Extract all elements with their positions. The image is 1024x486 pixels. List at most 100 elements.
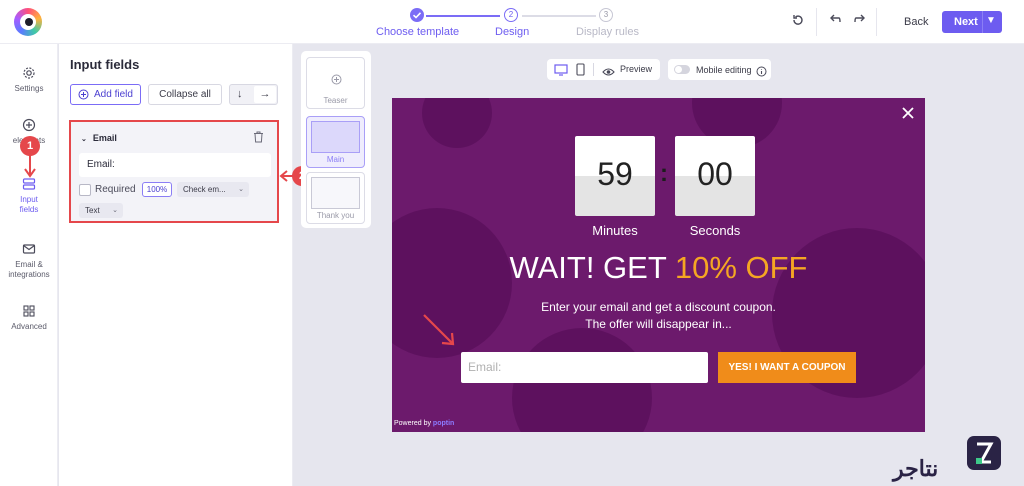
info-icon[interactable] xyxy=(756,64,767,82)
input-fields-panel: Input fields Add field Collapse all ↓ → … xyxy=(59,44,293,486)
popup-subtext-line-1: Enter your email and get a discount coup… xyxy=(541,300,776,314)
popup-headline: WAIT! GET 10% OFF xyxy=(392,250,925,286)
validation-select[interactable]: Check em... ⌄ xyxy=(177,182,249,197)
step-2-number[interactable]: 2 xyxy=(504,8,518,22)
sidebar-item-label: Email & integrations xyxy=(8,260,50,279)
required-checkbox[interactable] xyxy=(79,184,91,196)
watermark-text: نتاجر xyxy=(893,456,939,481)
field-placeholder-input[interactable]: Email: xyxy=(79,153,271,177)
trash-icon[interactable] xyxy=(253,131,265,143)
powered-by[interactable]: Powered by poptin xyxy=(394,420,454,427)
required-label: Required xyxy=(95,184,136,195)
minutes-label: Minutes xyxy=(592,223,638,238)
step-2-label[interactable]: Design xyxy=(495,26,529,38)
device-view-bar: Preview xyxy=(547,59,660,80)
watermark-logo: نتاجر xyxy=(893,436,1020,486)
seconds-tile: 00 xyxy=(675,136,755,216)
thumbnail-preview xyxy=(311,177,360,209)
next-button[interactable]: Next ▼ xyxy=(942,11,1002,33)
step-3-label[interactable]: Display rules xyxy=(576,26,639,38)
desktop-icon[interactable] xyxy=(554,63,568,81)
reset-icon[interactable] xyxy=(789,13,807,31)
powered-by-text: Powered by xyxy=(394,420,431,427)
sidebar-item-label: Advanced xyxy=(11,322,47,331)
type-value: Text xyxy=(85,206,100,215)
thumbnail-main[interactable]: Main xyxy=(306,116,365,168)
popup-preview[interactable]: 59 : 00 Minutes Seconds WAIT! GET 10% OF… xyxy=(392,98,925,432)
sidebar-item-email-integrations[interactable]: Email & integrations xyxy=(0,242,58,280)
headline-main: WAIT! GET xyxy=(509,250,675,285)
sidebar-item-settings[interactable]: Settings xyxy=(0,66,58,93)
timer-colon: : xyxy=(660,160,668,187)
validation-value: Check em... xyxy=(183,185,226,194)
headline-highlight: 10% OFF xyxy=(674,250,808,285)
width-input[interactable]: 100% xyxy=(142,182,172,197)
sidebar-item-advanced[interactable]: Advanced xyxy=(0,304,58,331)
thumbnail-label: Main xyxy=(326,155,345,164)
collapse-all-button[interactable]: Collapse all xyxy=(148,84,222,105)
arrow-down-icon[interactable]: ↓ xyxy=(237,85,243,104)
undo-icon[interactable] xyxy=(826,13,844,31)
preview-button[interactable]: Preview xyxy=(620,64,652,74)
divider xyxy=(982,11,983,33)
annotation-marker-1: 1 xyxy=(20,136,40,156)
mobile-editing-toggle[interactable] xyxy=(674,65,690,74)
step-1-label[interactable]: Choose template xyxy=(376,26,459,38)
popup-email-input[interactable]: Email: xyxy=(461,352,708,383)
thumbnail-label: Teaser xyxy=(323,96,348,105)
field-header[interactable]: ⌄ Email xyxy=(81,133,117,143)
plus-circle-icon xyxy=(78,89,89,100)
email-field-card: ⌄ Email Email: Required 100% Check em... … xyxy=(69,120,279,223)
top-bar: 2 3 Choose template Design Display rules… xyxy=(0,0,1024,44)
plus-circle-icon xyxy=(331,74,342,85)
mobile-editing-bar: Mobile editing xyxy=(668,59,771,80)
popup-subtext-line-2: The offer will disappear in... xyxy=(585,317,732,331)
mail-icon xyxy=(22,242,36,256)
step-connector xyxy=(522,15,596,17)
decor-circle xyxy=(422,98,492,148)
mobile-editing-label: Mobile editing xyxy=(696,65,752,75)
chevron-down-icon: ⌄ xyxy=(238,186,244,193)
divider xyxy=(816,8,817,36)
minutes-value: 59 xyxy=(597,156,633,192)
add-field-label: Add field xyxy=(94,89,133,100)
step-connector xyxy=(426,15,500,17)
panel-title: Input fields xyxy=(70,57,140,72)
sidebar-item-label: Input fields xyxy=(19,195,39,214)
sidebar-item-label: Settings xyxy=(14,84,44,93)
field-name: Email xyxy=(92,133,117,143)
step-3-number[interactable]: 3 xyxy=(599,8,613,22)
divider xyxy=(876,8,877,36)
minutes-tile: 59 xyxy=(575,136,655,216)
powered-by-brand: poptin xyxy=(432,420,455,427)
redo-icon[interactable] xyxy=(851,13,869,31)
app-logo[interactable] xyxy=(14,8,42,36)
thumbnail-teaser[interactable]: Teaser xyxy=(306,57,365,109)
thumbnail-thank-you[interactable]: Thank you xyxy=(306,172,365,224)
mobile-icon[interactable] xyxy=(576,63,585,81)
coupon-cta-button[interactable]: YES! I WANT A COUPON xyxy=(718,352,856,383)
next-button-label: Next xyxy=(954,16,978,28)
chevron-down-icon: ⌄ xyxy=(81,136,87,143)
annotation-arrow xyxy=(24,154,36,178)
step-1-check-icon[interactable] xyxy=(410,8,424,22)
gear-icon xyxy=(22,66,36,80)
chevron-down-icon: ⌄ xyxy=(112,207,118,214)
add-field-button[interactable]: Add field xyxy=(70,84,141,105)
sidebar-item-input-fields[interactable]: Input fields xyxy=(0,177,58,215)
grid-icon xyxy=(22,304,36,318)
chevron-down-icon[interactable]: ▼ xyxy=(986,15,996,26)
reorder-buttons: ↓ → xyxy=(229,84,278,105)
arrow-right-icon[interactable]: → xyxy=(254,86,276,103)
type-select[interactable]: Text ⌄ xyxy=(79,203,123,218)
annotation-arrow xyxy=(423,314,455,346)
thumbnail-label: Thank you xyxy=(316,211,355,220)
eye-icon xyxy=(602,64,615,82)
screen-thumbnails: Teaser Main Thank you xyxy=(301,51,371,228)
plus-circle-icon xyxy=(22,118,36,132)
close-icon[interactable] xyxy=(902,103,914,124)
stepper: 2 3 Choose template Design Display rules xyxy=(376,8,646,38)
back-button[interactable]: Back xyxy=(896,11,936,33)
sidebar: Settings elements Input fields Email & i… xyxy=(0,44,58,486)
seconds-value: 00 xyxy=(697,156,733,192)
